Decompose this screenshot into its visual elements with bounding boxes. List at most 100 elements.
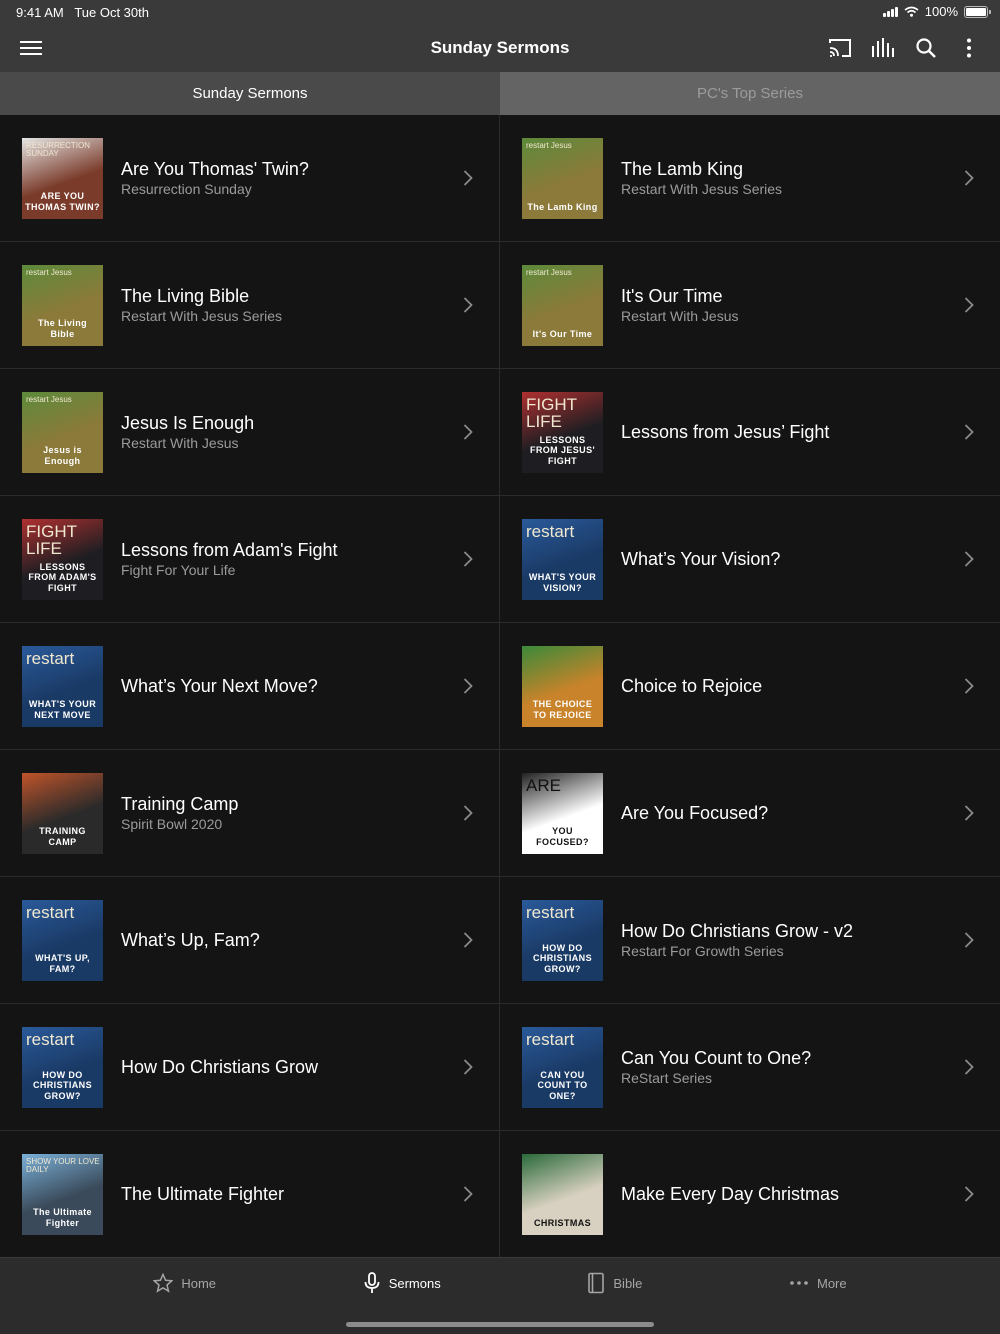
sermon-text-block: What’s Your Vision? [621, 496, 950, 622]
sermon-text-block: Jesus Is Enough Restart With Jesus [121, 369, 449, 495]
sermon-list-item[interactable]: restart HOW DO CHRISTIANS GROW? How Do Chr… [500, 877, 1000, 1004]
sermon-title: Are You Thomas' Twin? [121, 159, 309, 179]
nav-bar: Sunday Sermons [0, 24, 1000, 72]
status-date-text: Tue Oct 30th [74, 5, 149, 20]
thumbnail-caption: LESSONS FROM JESUS' FIGHT [529, 434, 596, 467]
thumbnail-caption: WHAT'S UP, FAM? [35, 953, 90, 975]
thumbnail-caption: THE CHOICE TO REJOICE [532, 699, 593, 721]
audio-levels-button[interactable] [869, 34, 897, 62]
sermon-thumbnail: ARE YOU FOCUSED? [522, 773, 603, 854]
thumbnail-heading: restart Jesus [526, 268, 572, 277]
thumbnail-caption: ARE YOU THOMAS TWIN? [25, 191, 100, 213]
sermon-text-block: What’s Your Next Move? [121, 623, 449, 749]
thumbnail-caption: The Lamb King [527, 202, 598, 213]
sermon-list-item[interactable]: restart WHAT'S UP, FAM? What’s Up, Fam? [0, 877, 500, 1004]
sermon-subtitle: Fight For Your Life [121, 562, 236, 578]
bottom-tab-sermons[interactable]: Sermons [363, 1272, 441, 1294]
sermon-title: It's Our Time [621, 286, 723, 306]
thumbnail-heading: restart Jesus [26, 395, 72, 404]
sermon-title: Can You Count to One? [621, 1048, 812, 1068]
wifi-icon [904, 6, 919, 17]
sermon-subtitle: Spirit Bowl 2020 [121, 816, 223, 832]
sermon-list-item[interactable]: SHOW YOUR LOVE DAILY The Ultimate Fighter… [0, 1131, 500, 1257]
battery-percent: 100% [924, 4, 958, 19]
thumbnail-caption: LESSONS FROM ADAM'S FIGHT [28, 561, 97, 594]
thumbnail-caption: It's Our Time [532, 329, 593, 340]
thumbnail-caption: HOW DO CHRISTIANS GROW? [532, 942, 592, 975]
home-indicator [346, 1322, 654, 1327]
thumbnail-caption: CHRISTMAS [533, 1218, 592, 1229]
bottom-tab-bible[interactable]: Bible [587, 1272, 642, 1294]
sermon-list-item[interactable]: restart Jesus The Living Bible The Living … [0, 242, 500, 369]
chevron-right-icon [964, 805, 974, 821]
bottom-tab-home[interactable]: Home [153, 1272, 216, 1294]
search-icon [916, 38, 936, 58]
chevron-right-icon [964, 170, 974, 186]
sermon-list-item[interactable]: restart WHAT'S YOUR VISION? What’s Your Vi… [500, 496, 1000, 623]
chevron-right-icon [964, 1186, 974, 1202]
thumbnail-heading: SHOW YOUR LOVE DAILY [26, 1157, 100, 1174]
sermon-text-block: Make Every Day Christmas [621, 1131, 950, 1257]
tab-sunday-sermons[interactable]: Sunday Sermons [0, 72, 500, 115]
sermon-text-block: How Do Christians Grow [121, 1004, 449, 1130]
sermon-title: What’s Your Vision? [621, 549, 781, 569]
more-options-button[interactable] [955, 34, 983, 62]
chevron-right-icon [964, 932, 974, 948]
tab-pcs-top-series[interactable]: PC's Top Series [500, 72, 1000, 115]
tab-label: PC's Top Series [697, 85, 803, 102]
cast-button[interactable] [826, 34, 854, 62]
thumbnail-caption: Jesus is Enough [43, 445, 82, 467]
sermon-list-item[interactable]: CHRISTMAS Make Every Day Christmas [500, 1131, 1000, 1257]
sermon-thumbnail: restart HOW DO CHRISTIANS GROW? [522, 900, 603, 981]
sermon-title: Lessons from Adam's Fight [121, 540, 338, 560]
sermon-subtitle: Resurrection Sunday [121, 181, 252, 197]
sermon-text-block: Lessons from Adam's Fight Fight For Your … [121, 496, 449, 622]
sermon-subtitle: Restart With Jesus [621, 308, 739, 324]
sermon-list-item[interactable]: RESURRECTION SUNDAY ARE YOU THOMAS TWIN? A… [0, 115, 500, 242]
sermon-text-block: The Lamb King Restart With Jesus Series [621, 115, 950, 241]
sermon-list-item[interactable]: restart HOW DO CHRISTIANS GROW? How Do Chr… [0, 1004, 500, 1131]
sermon-list-item[interactable]: FIGHT LIFE LESSONS FROM JESUS' FIGHT Lesso… [500, 369, 1000, 496]
sermon-title: How Do Christians Grow - v2 [621, 921, 854, 941]
battery-fill [966, 7, 986, 16]
sermon-list-item[interactable]: restart Jesus It's Our Time It's Our Time R… [500, 242, 1000, 369]
thumbnail-caption: WHAT'S YOUR NEXT MOVE [28, 699, 97, 721]
thumbnail-caption: WHAT'S YOUR VISION? [528, 572, 597, 594]
cellular-signal-icon [882, 6, 898, 17]
bottom-tab-label: Home [181, 1275, 217, 1291]
thumbnail-heading: restart [26, 903, 75, 922]
chevron-right-icon [463, 1186, 473, 1202]
thumbnail-heading: restart [26, 649, 75, 668]
bottom-tab-more[interactable]: More [789, 1272, 847, 1294]
sermon-list-item[interactable]: restart WHAT'S YOUR NEXT MOVE What’s Your … [0, 623, 500, 750]
chevron-right-icon [964, 678, 974, 694]
thumbnail-caption: TRAINING CAMP [39, 826, 86, 848]
thumbnail-heading: ARE [526, 776, 561, 795]
sermon-list-item[interactable]: ARE YOU FOCUSED? Are You Focused? [500, 750, 1000, 877]
status-time-text: 9:41 AM [16, 5, 64, 20]
search-button[interactable] [912, 34, 940, 62]
sermon-thumbnail: restart HOW DO CHRISTIANS GROW? [22, 1027, 103, 1108]
thumbnail-heading: FIGHT LIFE [526, 395, 577, 431]
sermon-list-item[interactable]: THE CHOICE TO REJOICE Choice to Rejoice [500, 623, 1000, 750]
audio-bars-icon [872, 38, 894, 57]
sermon-list-item[interactable]: TRAINING CAMP Training Camp Spirit Bowl 20… [0, 750, 500, 877]
sermon-list-item[interactable]: restart Jesus The Lamb King The Lamb King R… [500, 115, 1000, 242]
thumbnail-caption: The Ultimate Fighter [33, 1207, 92, 1229]
sermon-thumbnail: restart Jesus It's Our Time [522, 265, 603, 346]
sermon-text-block: The Living Bible Restart With Jesus Serie… [121, 242, 449, 368]
bottom-tab-label: Sermons [388, 1275, 441, 1291]
sermon-thumbnail: restart WHAT'S UP, FAM? [22, 900, 103, 981]
bottom-tab-label: More [816, 1275, 847, 1291]
sermon-text-block: Training Camp Spirit Bowl 2020 [121, 750, 449, 876]
sermon-list-item[interactable]: restart Jesus Jesus is Enough Jesus Is Eno… [0, 369, 500, 496]
sermon-subtitle: Restart With Jesus [121, 435, 239, 451]
chevron-right-icon [463, 932, 473, 948]
sermon-list-item[interactable]: restart CAN YOU COUNT TO ONE? Can You Coun… [500, 1004, 1000, 1131]
sermon-text-block: Are You Thomas' Twin? Resurrection Sunday [121, 115, 449, 241]
thumbnail-caption: The Living Bible [38, 318, 87, 340]
sermon-thumbnail: restart Jesus Jesus is Enough [22, 392, 103, 473]
chevron-right-icon [964, 297, 974, 313]
sermon-title: The Lamb King [621, 159, 744, 179]
sermon-list-item[interactable]: FIGHT LIFE LESSONS FROM ADAM'S FIGHT Lesso… [0, 496, 500, 623]
